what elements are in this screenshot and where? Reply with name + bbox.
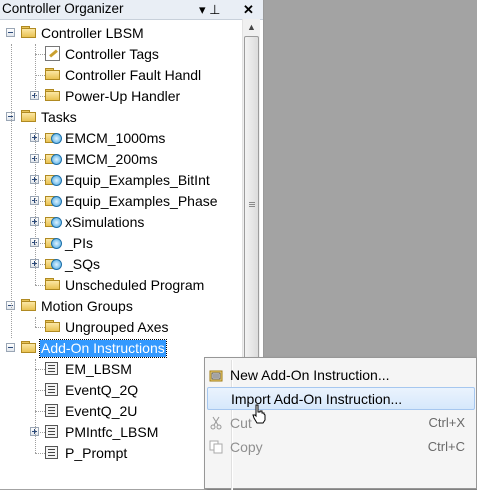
tree-item[interactable]: Add-On Instructions	[0, 338, 242, 359]
close-icon[interactable]: ✕	[243, 0, 254, 19]
folder-icon	[21, 299, 37, 311]
menu-item-import-add-on-instruction[interactable]: Import Add-On Instruction...	[207, 387, 475, 410]
panel-titlebar: Controller Organizer ▾ ⊥ ✕	[0, 0, 263, 20]
tree-item-label: PMIntfc_LBSM	[65, 424, 159, 440]
tree-item-label: _SQs	[65, 256, 101, 272]
aoi-icon	[45, 383, 58, 396]
menu-item-new-add-on-instruction[interactable]: New Add-On Instruction...	[207, 364, 475, 387]
tree-connector-line	[35, 317, 36, 327]
menu-item-cut[interactable]: Cut Ctrl+X	[207, 412, 475, 435]
dropdown-pin-icon[interactable]: ▾ ⊥	[199, 0, 220, 19]
tree-item-label: Controller Fault Handl	[65, 67, 202, 83]
tree-item-label: Unscheduled Program	[65, 277, 205, 293]
task-icon	[45, 130, 63, 146]
menu-item-label: Copy	[230, 439, 263, 455]
tree-item[interactable]: Controller LBSM	[0, 23, 242, 44]
tree-item[interactable]: Controller Tags	[0, 44, 242, 65]
task-icon	[45, 256, 63, 272]
tree-item-label: Ungrouped Axes	[65, 319, 169, 335]
tree-connector-line	[11, 44, 12, 338]
copy-icon	[209, 440, 223, 454]
tree-item[interactable]: Unscheduled Program	[0, 275, 242, 296]
tree-item-label: Tasks	[41, 109, 77, 125]
collapse-minus-icon[interactable]	[6, 28, 15, 37]
tree-item-label: Controller LBSM	[41, 25, 144, 41]
collapse-minus-icon[interactable]	[6, 343, 15, 352]
tree-item[interactable]: xSimulations	[0, 212, 242, 233]
tree-item-label: Equip_Examples_Phase	[65, 193, 218, 209]
task-icon	[45, 235, 63, 251]
tree-item-label: Power-Up Handler	[65, 88, 181, 104]
folder-icon	[45, 320, 61, 332]
tree-item[interactable]: Controller Fault Handl	[0, 65, 242, 86]
folder-icon	[21, 110, 37, 122]
hand-cursor-icon	[252, 404, 266, 424]
tree-item[interactable]: _PIs	[0, 233, 242, 254]
task-icon	[45, 214, 63, 230]
tree-item[interactable]: EMCM_1000ms	[0, 128, 242, 149]
tag-icon	[45, 46, 60, 61]
scrollbar-thumb[interactable]	[244, 36, 259, 376]
tree-connector-line	[35, 128, 36, 285]
tree-item-label: Motion Groups	[41, 298, 133, 314]
tree-item-label: EventQ_2U	[65, 403, 138, 419]
tree-item[interactable]: Ungrouped Axes	[0, 317, 242, 338]
menu-item-label: Cut	[230, 415, 252, 431]
tree-item[interactable]: Equip_Examples_BitInt	[0, 170, 242, 191]
folder-icon	[45, 68, 61, 80]
scissors-icon	[209, 416, 223, 430]
tree-item[interactable]: EMCM_200ms	[0, 149, 242, 170]
tree-item[interactable]: _SQs	[0, 254, 242, 275]
panel-title: Controller Organizer	[2, 1, 124, 16]
folder-icon	[45, 89, 61, 101]
tree-item-label: xSimulations	[65, 214, 145, 230]
tree-item[interactable]: Equip_Examples_Phase	[0, 191, 242, 212]
task-icon	[45, 193, 63, 209]
tree-item-label: P_Prompt	[65, 445, 128, 461]
tree-item[interactable]: Power-Up Handler	[0, 86, 242, 107]
aoi-icon	[45, 425, 58, 438]
tree-connector-line	[35, 359, 36, 453]
tree-item-label: Add-On Instructions	[39, 339, 167, 358]
task-icon	[45, 172, 63, 188]
tree-item[interactable]: Tasks	[0, 107, 242, 128]
tree-item-label: Equip_Examples_BitInt	[65, 172, 210, 188]
menu-item-copy[interactable]: Copy Ctrl+C	[207, 436, 475, 459]
tree-connector-line	[35, 44, 36, 96]
new-aoi-icon	[209, 368, 223, 382]
aoi-icon	[45, 362, 58, 375]
tree-item[interactable]: Motion Groups	[0, 296, 242, 317]
task-icon	[45, 151, 63, 167]
folder-icon	[21, 341, 37, 353]
folder-icon	[45, 278, 61, 290]
menu-item-shortcut: Ctrl+X	[428, 415, 465, 430]
aoi-icon	[45, 404, 58, 417]
tree-item-label: EventQ_2Q	[65, 382, 139, 398]
folder-icon	[21, 26, 37, 38]
scrollbar-grip-icon	[249, 202, 255, 203]
aoi-icon	[45, 446, 58, 459]
tree-item-label: Controller Tags	[65, 46, 159, 62]
tree-item-label: _PIs	[65, 235, 94, 251]
context-menu: New Add-On Instruction... Import Add-On I…	[204, 357, 477, 490]
menu-item-label: New Add-On Instruction...	[230, 367, 390, 383]
tree-item-label: EMCM_200ms	[65, 151, 158, 167]
tree-item-label: EMCM_1000ms	[65, 130, 166, 146]
menu-item-shortcut: Ctrl+C	[427, 439, 465, 454]
tree-item-label: EM_LBSM	[65, 361, 132, 377]
scroll-up-arrow-icon[interactable]: ▲	[243, 19, 260, 36]
